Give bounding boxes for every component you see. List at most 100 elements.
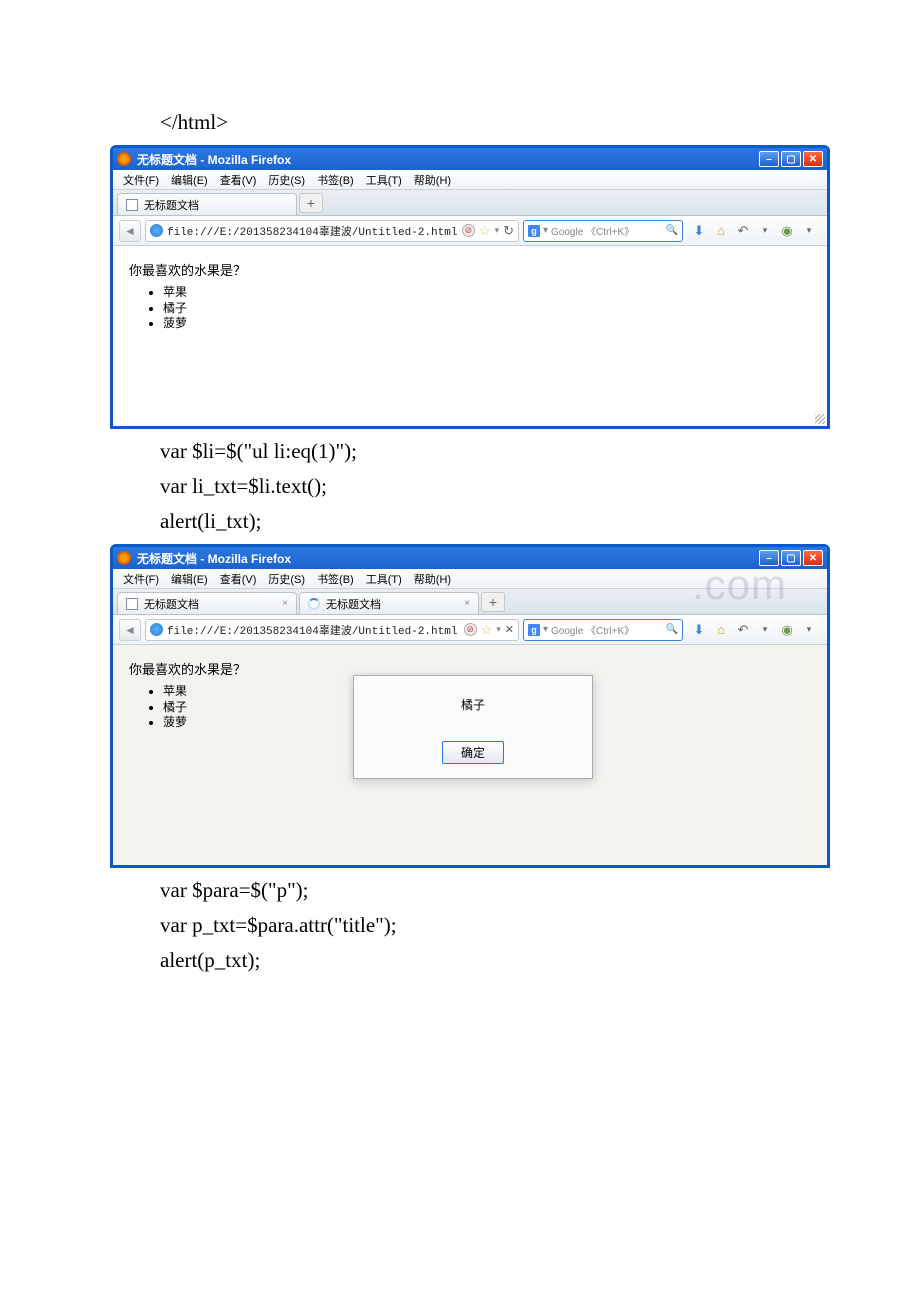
- menu-edit[interactable]: 编辑(E): [167, 569, 212, 589]
- page-icon: [126, 199, 138, 211]
- nav-bar: ◄ file:///E:/201358234104辜建波/Untitled-2.…: [113, 615, 827, 645]
- resize-grip[interactable]: [815, 414, 825, 424]
- menu-file[interactable]: 文件(F): [119, 569, 163, 589]
- alert-dialog: 橘子 确定: [353, 675, 593, 779]
- search-icon[interactable]: 🔍: [666, 624, 678, 635]
- title-bar: 无标题文档 - Mozilla Firefox – ▢ ✕: [113, 547, 827, 569]
- menu-history[interactable]: 历史(S): [264, 569, 309, 589]
- home-icon[interactable]: ⌂: [713, 223, 729, 238]
- url-bar[interactable]: file:///E:/201358234104辜建波/Untitled-2.ht…: [145, 220, 519, 242]
- google-icon: g: [528, 624, 540, 636]
- question-text: 你最喜欢的水果是？: [129, 260, 811, 279]
- menu-help[interactable]: 帮助(H): [410, 170, 455, 190]
- minimize-button[interactable]: –: [759, 550, 779, 566]
- code-line: alert(li_txt);: [160, 509, 830, 534]
- title-bar: 无标题文档 - Mozilla Firefox – ▢ ✕: [113, 148, 827, 170]
- dropdown-icon[interactable]: ▾: [495, 225, 500, 236]
- page-content: 你最喜欢的水果是？ 苹果 橘子 菠萝: [113, 246, 827, 426]
- addon-icon[interactable]: ◉: [779, 622, 795, 638]
- list-item: 菠萝: [163, 316, 811, 332]
- globe-icon: [150, 224, 163, 237]
- home-icon[interactable]: ⌂: [713, 622, 729, 637]
- menu-tools[interactable]: 工具(T): [362, 170, 406, 190]
- menu-history[interactable]: 历史(S): [264, 170, 309, 190]
- firefox-icon: [117, 152, 131, 166]
- reload-icon[interactable]: ↻: [503, 223, 514, 239]
- bookmark-star-icon[interactable]: ☆: [479, 223, 491, 239]
- list-item: 橘子: [163, 301, 811, 317]
- addon-icon[interactable]: ◉: [779, 223, 795, 239]
- menu-bookmarks[interactable]: 书签(B): [313, 170, 358, 190]
- undo-icon[interactable]: ↶: [735, 223, 751, 239]
- tab-strip: 无标题文档 +: [113, 190, 827, 216]
- menu-bar: 文件(F) 编辑(E) 查看(V) 历史(S) 书签(B) 工具(T) 帮助(H…: [113, 170, 827, 190]
- menu-bookmarks[interactable]: 书签(B): [313, 569, 358, 589]
- menu-bar: 文件(F) 编辑(E) 查看(V) 历史(S) 书签(B) 工具(T) 帮助(H…: [113, 569, 827, 589]
- block-icon[interactable]: ⊘: [462, 224, 475, 237]
- code-line: var $para=$("p");: [160, 878, 830, 903]
- url-bar[interactable]: file:///E:/201358234104辜建波/Untitled-2.ht…: [145, 619, 519, 641]
- tab-close-icon[interactable]: ×: [464, 598, 470, 609]
- dropdown-icon[interactable]: ▾: [496, 624, 501, 635]
- tab-strip: 无标题文档 × 无标题文档 × + .com: [113, 589, 827, 615]
- new-tab-button[interactable]: +: [481, 592, 505, 612]
- menu-view[interactable]: 查看(V): [216, 569, 261, 589]
- browser-tab[interactable]: 无标题文档 ×: [117, 592, 297, 614]
- bookmark-star-icon[interactable]: ☆: [481, 622, 493, 638]
- fruit-list: 苹果 橘子 菠萝: [163, 285, 811, 332]
- undo-icon[interactable]: ↶: [735, 622, 751, 638]
- code-line: var $li=$("ul li:eq(1)");: [160, 439, 830, 464]
- loading-icon: [308, 598, 320, 610]
- globe-icon: [150, 623, 163, 636]
- new-tab-button[interactable]: +: [299, 193, 323, 213]
- menu-file[interactable]: 文件(F): [119, 170, 163, 190]
- menu-edit[interactable]: 编辑(E): [167, 170, 212, 190]
- minimize-button[interactable]: –: [759, 151, 779, 167]
- stop-icon[interactable]: ✕: [505, 623, 514, 636]
- maximize-button[interactable]: ▢: [781, 550, 801, 566]
- tab-close-icon[interactable]: ×: [282, 598, 288, 609]
- tab-label: 无标题文档: [144, 197, 199, 213]
- close-button[interactable]: ✕: [803, 151, 823, 167]
- menu-view[interactable]: 查看(V): [216, 170, 261, 190]
- search-bar[interactable]: g ▾ Google 《Ctrl+K》 🔍: [523, 220, 683, 242]
- search-icon[interactable]: 🔍: [666, 225, 678, 236]
- code-line: var li_txt=$li.text();: [160, 474, 830, 499]
- search-bar[interactable]: g ▾ Google 《Ctrl+K》 🔍: [523, 619, 683, 641]
- close-button[interactable]: ✕: [803, 550, 823, 566]
- dropdown-icon[interactable]: ▾: [801, 225, 817, 236]
- dropdown-icon[interactable]: ▾: [757, 624, 773, 635]
- nav-bar: ◄ file:///E:/201358234104辜建波/Untitled-2.…: [113, 216, 827, 246]
- download-icon[interactable]: ⬇: [691, 223, 707, 239]
- firefox-icon: [117, 551, 131, 565]
- maximize-button[interactable]: ▢: [781, 151, 801, 167]
- window-title: 无标题文档 - Mozilla Firefox: [137, 550, 291, 567]
- google-icon: g: [528, 225, 540, 237]
- alert-ok-button[interactable]: 确定: [442, 741, 504, 764]
- tab-label: 无标题文档: [326, 596, 381, 612]
- code-line: </html>: [160, 110, 830, 135]
- page-icon: [126, 598, 138, 610]
- menu-tools[interactable]: 工具(T): [362, 569, 406, 589]
- code-line: alert(p_txt);: [160, 948, 830, 973]
- search-placeholder: Google 《Ctrl+K》: [551, 223, 634, 238]
- browser-tab[interactable]: 无标题文档: [117, 193, 297, 215]
- block-icon[interactable]: ⊘: [464, 623, 477, 636]
- back-button[interactable]: ◄: [119, 220, 141, 242]
- window-title: 无标题文档 - Mozilla Firefox: [137, 151, 291, 168]
- dropdown-icon[interactable]: ▾: [757, 225, 773, 236]
- code-line: var p_txt=$para.attr("title");: [160, 913, 830, 938]
- menu-help[interactable]: 帮助(H): [410, 569, 455, 589]
- back-button[interactable]: ◄: [119, 619, 141, 641]
- search-placeholder: Google 《Ctrl+K》: [551, 622, 634, 637]
- browser-window-2: 无标题文档 - Mozilla Firefox – ▢ ✕ 文件(F) 编辑(E…: [110, 544, 830, 868]
- browser-window-1: 无标题文档 - Mozilla Firefox – ▢ ✕ 文件(F) 编辑(E…: [110, 145, 830, 429]
- url-text: file:///E:/201358234104辜建波/Untitled-2.ht…: [167, 223, 457, 239]
- download-icon[interactable]: ⬇: [691, 622, 707, 638]
- dropdown-icon[interactable]: ▾: [801, 624, 817, 635]
- tab-label: 无标题文档: [144, 596, 199, 612]
- list-item: 苹果: [163, 285, 811, 301]
- alert-message: 橘子: [354, 696, 592, 713]
- browser-tab-loading[interactable]: 无标题文档 ×: [299, 592, 479, 614]
- url-text: file:///E:/201358234104辜建波/Untitled-2.ht…: [167, 622, 457, 638]
